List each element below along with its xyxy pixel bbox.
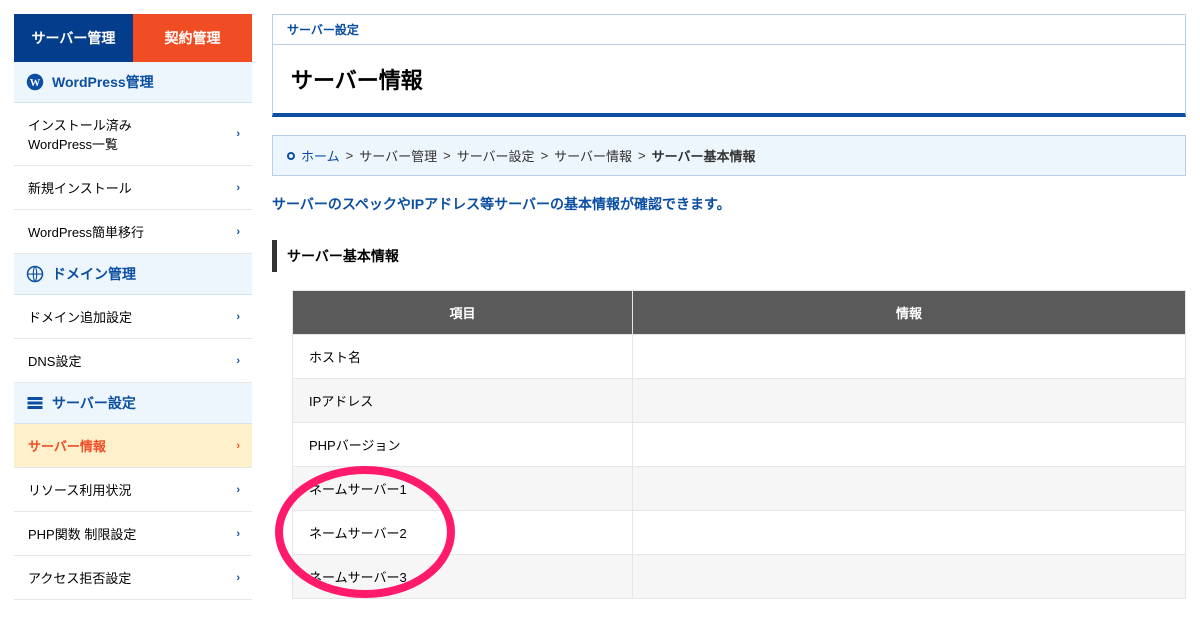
table-header-key: 項目	[293, 291, 633, 335]
server-info-table: 項目 情報 ホスト名IPアドレスPHPバージョンネームサーバー1ネームサーバー2…	[292, 290, 1186, 599]
table-row: ネームサーバー3	[293, 555, 1186, 599]
sidebar-item-label: サーバー情報	[28, 439, 106, 454]
sidebar-item-wp-easy-migrate[interactable]: WordPress簡単移行 ›	[14, 210, 252, 254]
sidebar-section-domain[interactable]: ドメイン管理	[14, 254, 252, 295]
sidebar-section-label: ドメイン管理	[52, 264, 136, 284]
main-content: サーバー設定 サーバー情報 ホーム > サーバー管理 > サーバー設定 > サー…	[272, 14, 1186, 600]
table-row: ホスト名	[293, 335, 1186, 379]
table-cell-val	[633, 555, 1186, 599]
breadcrumb-item[interactable]: サーバー設定	[457, 146, 535, 165]
sidebar-item-label: PHP関数 制限設定	[28, 527, 136, 542]
sidebar: サーバー管理 契約管理 W WordPress管理 インストール済み WordP…	[14, 14, 252, 600]
breadcrumb: ホーム > サーバー管理 > サーバー設定 > サーバー情報 > サーバー基本情…	[272, 135, 1186, 176]
table-cell-key: ネームサーバー3	[293, 555, 633, 599]
sidebar-item-domain-add[interactable]: ドメイン追加設定 ›	[14, 295, 252, 339]
table-header-val: 情報	[633, 291, 1186, 335]
sidebar-item-label: WordPress簡単移行	[28, 225, 144, 240]
sidebar-item-wp-new-install[interactable]: 新規インストール ›	[14, 166, 252, 210]
tab-server-admin[interactable]: サーバー管理	[14, 14, 133, 62]
page-heading: サーバー設定 サーバー情報	[272, 14, 1186, 117]
chevron-right-icon: ›	[236, 226, 240, 238]
tab-contract-admin[interactable]: 契約管理	[133, 14, 252, 62]
chevron-right-icon: ›	[236, 311, 240, 323]
breadcrumb-sep: >	[346, 148, 354, 163]
table-cell-val	[633, 423, 1186, 467]
breadcrumb-item[interactable]: サーバー情報	[554, 146, 632, 165]
sidebar-item-php-func-limit[interactable]: PHP関数 制限設定 ›	[14, 512, 252, 556]
chevron-right-icon: ›	[236, 572, 240, 584]
chevron-right-icon: ›	[236, 484, 240, 496]
chevron-right-icon: ›	[236, 528, 240, 540]
breadcrumb-sep: >	[443, 148, 451, 163]
sidebar-item-label: 新規インストール	[28, 181, 132, 196]
chevron-right-icon: ›	[236, 128, 240, 140]
table-cell-key: PHPバージョン	[293, 423, 633, 467]
globe-icon	[26, 265, 44, 283]
breadcrumb-current: サーバー基本情報	[652, 146, 756, 165]
sidebar-item-access-deny[interactable]: アクセス拒否設定 ›	[14, 556, 252, 600]
sidebar-section-wordpress[interactable]: W WordPress管理	[14, 62, 252, 103]
sidebar-item-server-info[interactable]: サーバー情報 ›	[14, 424, 252, 468]
table-row: IPアドレス	[293, 379, 1186, 423]
sidebar-section-label: WordPress管理	[52, 72, 154, 92]
breadcrumb-dot-icon	[287, 152, 295, 160]
server-icon	[26, 394, 44, 412]
chevron-right-icon: ›	[236, 182, 240, 194]
page-title: サーバー情報	[273, 45, 1185, 113]
table-cell-val	[633, 335, 1186, 379]
sidebar-item-label: アクセス拒否設定	[28, 571, 131, 586]
table-row: PHPバージョン	[293, 423, 1186, 467]
table-cell-val	[633, 467, 1186, 511]
section-title: サーバー基本情報	[272, 240, 1186, 272]
sidebar-item-label: リソース利用状況	[28, 483, 131, 498]
breadcrumb-sep: >	[541, 148, 549, 163]
sidebar-tabs: サーバー管理 契約管理	[14, 14, 252, 62]
sidebar-section-label: サーバー設定	[52, 393, 136, 413]
table-cell-key: ネームサーバー1	[293, 467, 633, 511]
breadcrumb-home[interactable]: ホーム	[301, 146, 340, 165]
chevron-right-icon: ›	[236, 440, 240, 452]
table-cell-key: IPアドレス	[293, 379, 633, 423]
sidebar-section-server[interactable]: サーバー設定	[14, 383, 252, 424]
sidebar-item-dns-settings[interactable]: DNS設定 ›	[14, 339, 252, 383]
table-cell-val	[633, 511, 1186, 555]
breadcrumb-item[interactable]: サーバー管理	[359, 146, 437, 165]
sidebar-item-label: DNS設定	[28, 354, 81, 369]
table-cell-val	[633, 379, 1186, 423]
svg-text:W: W	[30, 78, 41, 89]
table-row: ネームサーバー1	[293, 467, 1186, 511]
sidebar-item-resource-usage[interactable]: リソース利用状況 ›	[14, 468, 252, 512]
wordpress-icon: W	[26, 73, 44, 91]
sidebar-item-label: ドメイン追加設定	[28, 310, 132, 325]
lead-text: サーバーのスペックやIPアドレス等サーバーの基本情報が確認できます。	[272, 194, 1186, 214]
sidebar-item-wp-installed[interactable]: インストール済み WordPress一覧 ›	[14, 103, 252, 166]
table-cell-key: ネームサーバー2	[293, 511, 633, 555]
page-head-category: サーバー設定	[273, 15, 1185, 45]
sidebar-item-label: インストール済み WordPress一覧	[28, 118, 132, 152]
breadcrumb-sep: >	[638, 148, 646, 163]
chevron-right-icon: ›	[236, 355, 240, 367]
table-cell-key: ホスト名	[293, 335, 633, 379]
table-row: ネームサーバー2	[293, 511, 1186, 555]
